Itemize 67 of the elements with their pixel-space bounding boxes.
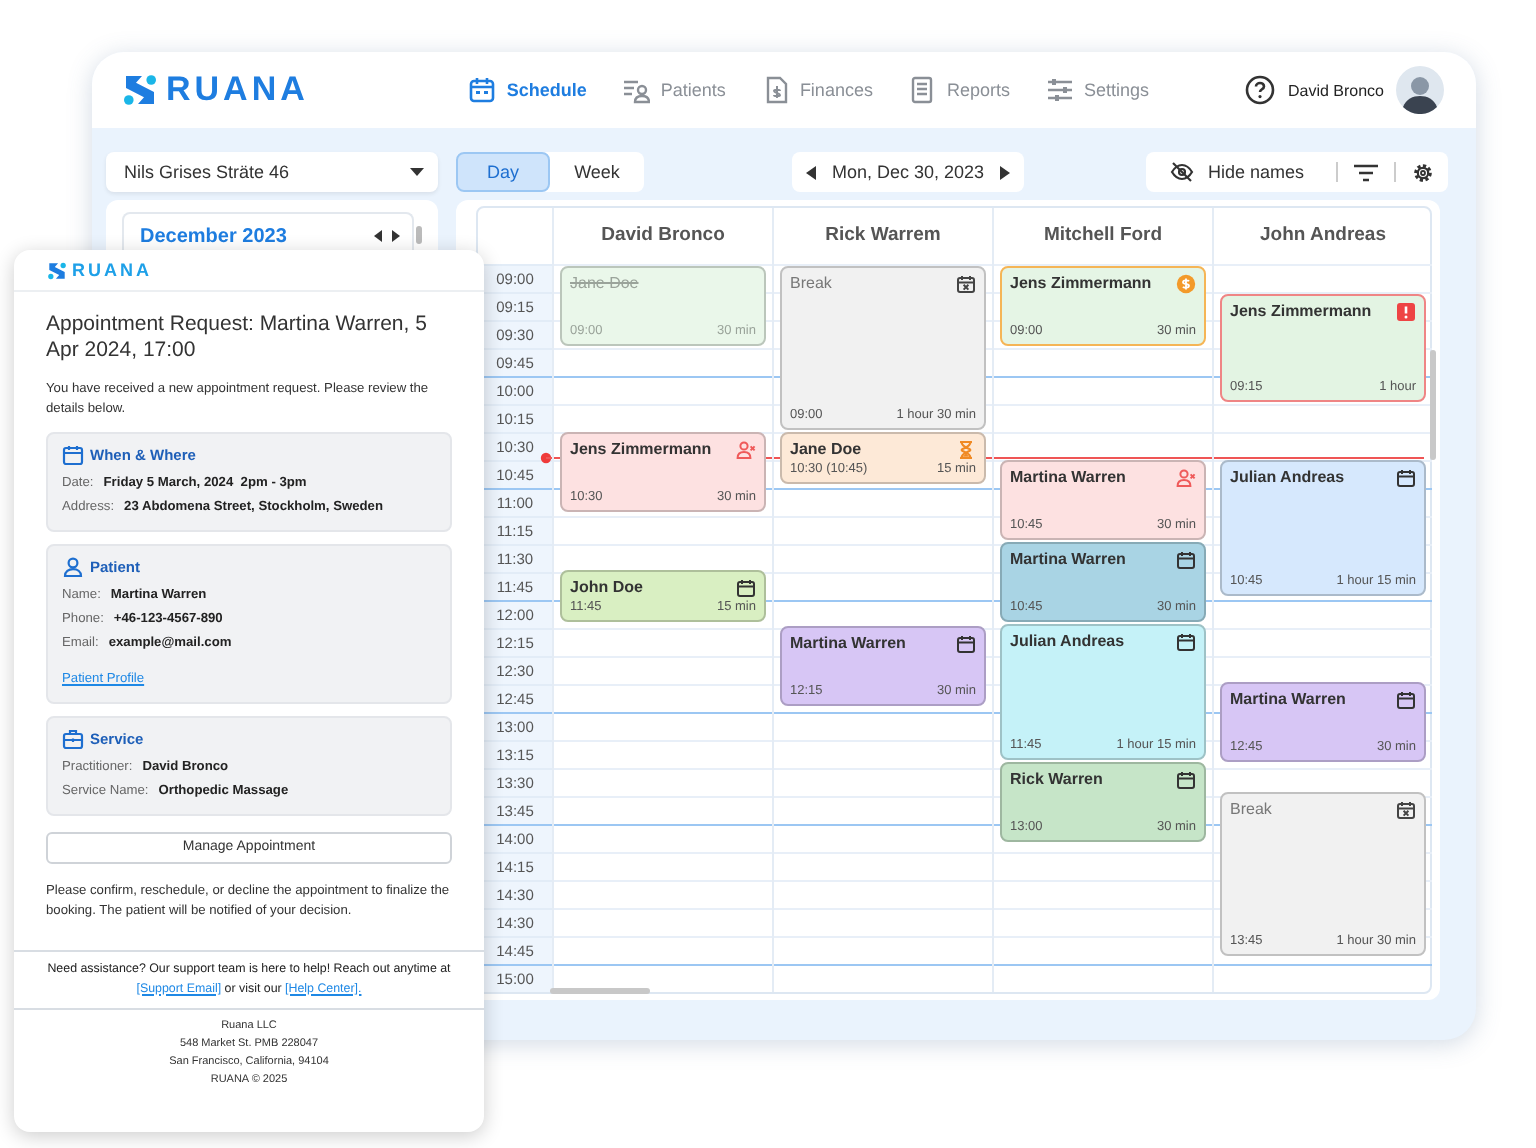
break-label: Break [1230, 800, 1272, 820]
eye-off-icon [1170, 162, 1194, 182]
patient-list-icon [622, 76, 651, 104]
caret-down-icon [410, 168, 424, 176]
calendar-cross-icon [956, 274, 976, 294]
view-tab[interactable]: Day [456, 152, 550, 192]
practitioner-name: Rick Warrem [772, 208, 992, 264]
person-icon [62, 556, 84, 578]
person-cross-icon [736, 440, 756, 460]
document-icon [761, 76, 790, 104]
person-cross-icon [1176, 468, 1196, 488]
next-icon[interactable] [1000, 165, 1010, 179]
month-label: December 2023 [140, 225, 287, 247]
nav-tab[interactable]: Schedule [468, 76, 587, 104]
date-label: Mon, Dec 30, 2023 [831, 162, 985, 182]
practitioner-name: John Andreas [1212, 208, 1432, 264]
report-icon [908, 76, 937, 104]
logo-icon [120, 70, 160, 110]
break-label: Break [790, 274, 832, 294]
logo-wordmark: RUANA [72, 260, 152, 280]
patient-name: Jane Doe [790, 440, 862, 460]
location-select[interactable]: Nils Grises Sträte 46 [106, 152, 438, 192]
calendar-icon [956, 634, 976, 654]
patient-name: Jane Doe [570, 274, 639, 294]
previous-icon[interactable] [806, 165, 816, 179]
logo-icon [46, 259, 68, 281]
hide-names-button[interactable]: Hide names [1170, 162, 1320, 182]
patient-name: Julian Andreas [1230, 468, 1345, 488]
view-tab[interactable]: Week [550, 152, 644, 192]
patient-name: Jens Zimmermann [1010, 274, 1152, 294]
patient-name: Martina Warren [1010, 550, 1126, 570]
scrollbar[interactable] [416, 226, 422, 244]
calendar-icon [1176, 770, 1196, 790]
settings-icon[interactable] [1412, 161, 1434, 183]
email-title: Appointment Request: Martina Warren, 5 Apr 2024, 17:00 [46, 312, 429, 364]
hourglass-icon [956, 440, 976, 460]
patient-name: Martina Warren [1230, 690, 1346, 710]
scrollbar[interactable] [550, 988, 650, 994]
avatar[interactable] [1396, 66, 1444, 114]
practitioner-name: Mitchell Ford [992, 208, 1212, 264]
calendar-icon [1176, 550, 1196, 570]
next-icon[interactable] [392, 230, 400, 242]
briefcase-icon [62, 728, 84, 750]
calendar-icon [1396, 690, 1416, 710]
patient-name: Julian Andreas [1010, 632, 1125, 652]
calendar-cross-icon [1396, 800, 1416, 820]
patient-name: John Doe [570, 578, 643, 598]
patient-name: Jens Zimmermann [1230, 302, 1372, 322]
settings-icon [1045, 76, 1074, 104]
calendar-icon [62, 444, 84, 466]
calendar-icon [1176, 632, 1196, 652]
patient-name: Martina Warren [790, 634, 906, 654]
calendar-icon [468, 76, 497, 104]
patient-name: Jens Zimmermann [570, 440, 712, 460]
previous-icon[interactable] [374, 230, 382, 242]
calendar-icon [1396, 468, 1416, 488]
coin-icon [1176, 274, 1196, 294]
logo-wordmark: RUANA [166, 70, 309, 110]
filter-icon[interactable] [1354, 163, 1378, 181]
help-icon[interactable] [1243, 74, 1276, 106]
patient-name: Rick Warren [1010, 770, 1103, 790]
calendar-icon [736, 578, 756, 598]
patient-name: Martina Warren [1010, 468, 1126, 488]
user-name: David Bronco [1287, 81, 1384, 99]
scrollbar[interactable] [1430, 350, 1436, 460]
practitioner-name: David Bronco [552, 208, 772, 264]
alert-icon [1396, 302, 1416, 322]
